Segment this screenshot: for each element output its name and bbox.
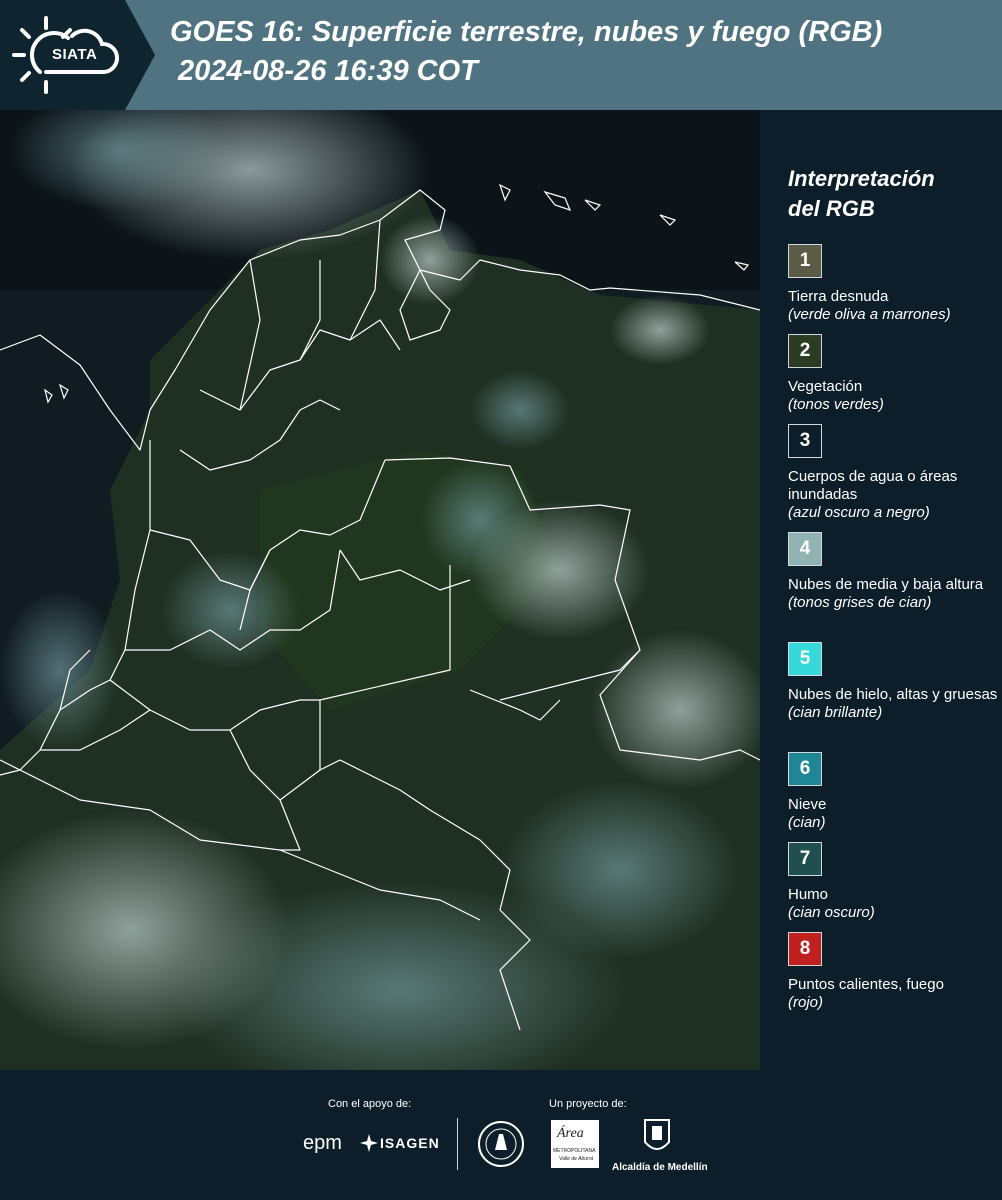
legend-label: Vegetación xyxy=(788,378,863,395)
siata-logo-text: SIATA xyxy=(52,46,98,63)
legend-item-water: 3 Cuerpos de agua o áreas inundadas (azu… xyxy=(788,424,998,522)
legend-item-fire: 8 Puntos calientes, fuego (rojo) xyxy=(788,932,998,1012)
project-label: Un proyecto de: xyxy=(549,1098,627,1110)
legend-swatch: 2 xyxy=(788,334,822,368)
legend-swatch: 5 xyxy=(788,642,822,676)
legend-swatch: 6 xyxy=(788,752,822,786)
legend-swatch: 7 xyxy=(788,842,822,876)
satellite-image xyxy=(0,110,760,1070)
page-timestamp: 2024-08-26 16:39 COT xyxy=(178,55,478,87)
legend-sublabel: (verde oliva a marrones) xyxy=(788,306,951,323)
legend-swatch: 1 xyxy=(788,244,822,278)
legend-label: Cuerpos de agua o áreas inundadas xyxy=(788,468,958,503)
legend-title-line1: Interpretación xyxy=(788,166,935,191)
legend-item-mid-low-clouds: 4 Nubes de media y baja altura (tonos gr… xyxy=(788,532,998,612)
legend-swatch: 4 xyxy=(788,532,822,566)
legend-title: Interpretación del RGB xyxy=(788,164,988,224)
legend-label: Nubes de media y baja altura xyxy=(788,576,984,593)
legend-item-bare-land: 1 Tierra desnuda (verde oliva a marrones… xyxy=(788,244,998,324)
legend-sublabel: (azul oscuro a negro) xyxy=(788,504,930,521)
antioquia-seal-icon xyxy=(478,1121,524,1167)
medellin-shield-icon xyxy=(644,1119,670,1150)
legend-item-snow: 6 Nieve (cian) xyxy=(788,752,998,832)
legend-label: Puntos calientes, fuego xyxy=(788,976,944,993)
legend-sublabel: (tonos verdes) xyxy=(788,396,884,413)
support-label: Con el apoyo de: xyxy=(328,1098,412,1110)
legend-label: Nubes de hielo, altas y gruesas xyxy=(788,686,998,703)
legend-sublabel: (rojo) xyxy=(788,994,824,1011)
legend-sublabel: (cian oscuro) xyxy=(788,904,875,921)
area-metropolitana-logo: Área METROPOLITANA Valle de Aburrá xyxy=(551,1120,599,1168)
header-bar: SIATA GOES 16: Superficie terrestre, nub… xyxy=(0,0,1002,110)
legend-swatch: 3 xyxy=(788,424,822,458)
footer-divider xyxy=(457,1118,458,1170)
isagen-logo: ISAGEN xyxy=(380,1135,440,1151)
legend-item-vegetation: 2 Vegetación (tonos verdes) xyxy=(788,334,998,414)
area-logo-subtext2: Valle de Aburrá xyxy=(559,1156,594,1162)
legend-sublabel: (tonos grises de cian) xyxy=(788,594,932,611)
legend-label: Humo xyxy=(788,886,829,903)
alcaldia-logo-text: Alcaldía de Medellín xyxy=(612,1162,708,1173)
legend-label: Nieve xyxy=(788,796,827,813)
legend-item-ice-clouds: 5 Nubes de hielo, altas y gruesas (cian … xyxy=(788,642,998,722)
isagen-star-icon xyxy=(360,1134,378,1152)
epm-logo: epm xyxy=(303,1132,342,1154)
area-logo-subtext: METROPOLITANA xyxy=(553,1148,596,1154)
legend-title-line2: del RGB xyxy=(788,196,875,221)
siata-logo: SIATA xyxy=(0,0,155,110)
rgb-legend: Interpretación del RGB 1 Tierra desnuda … xyxy=(760,110,1002,1070)
legend-sublabel: (cian brillante) xyxy=(788,704,883,721)
legend-label: Tierra desnuda xyxy=(788,288,889,305)
legend-swatch: 8 xyxy=(788,932,822,966)
satellite-map xyxy=(0,110,761,1071)
page-title: GOES 16: Superficie terrestre, nubes y f… xyxy=(170,16,883,48)
legend-item-smoke: 7 Humo (cian oscuro) xyxy=(788,842,998,922)
area-logo-text: Área xyxy=(557,1126,584,1141)
footer: Con el apoyo de: Un proyecto de: epm ISA… xyxy=(0,1070,1002,1200)
legend-sublabel: (cian) xyxy=(788,814,826,831)
